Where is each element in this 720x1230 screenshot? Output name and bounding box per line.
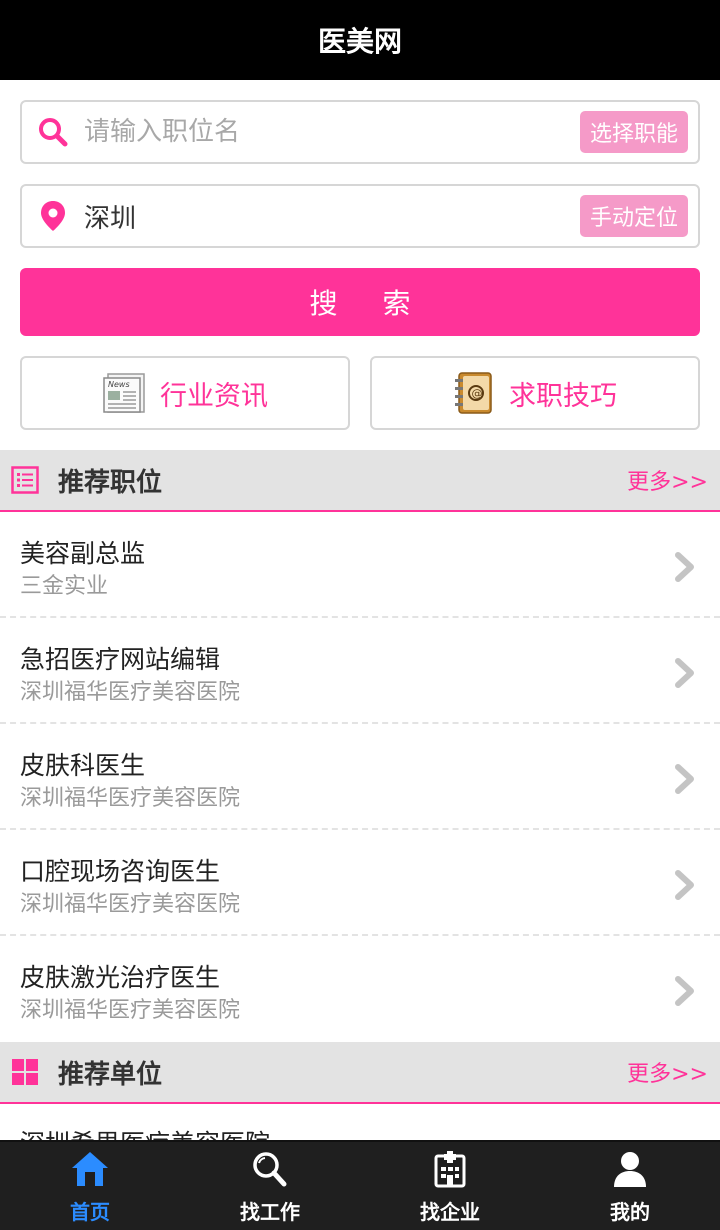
search-icon (22, 102, 84, 162)
job-search-input[interactable] (84, 104, 580, 160)
tab-label: 找企业 (420, 1199, 480, 1224)
recommended-jobs-title: 推荐职位 (58, 467, 163, 498)
hospital-icon (430, 1150, 470, 1192)
tab-label: 我的 (610, 1199, 650, 1224)
chevron-right-icon (674, 552, 696, 586)
job-tips-label: 求职技巧 (509, 380, 617, 412)
user-icon (610, 1150, 650, 1192)
job-company: 深圳福华医疗美容医院 (20, 998, 241, 1023)
tab-home[interactable]: 首页 (0, 1142, 180, 1230)
tab-find-company[interactable]: 找企业 (360, 1142, 540, 1230)
job-company: 三金实业 (20, 574, 109, 599)
job-list-item[interactable]: 皮肤科医生 深圳福华医疗美容医院 (0, 724, 720, 830)
job-title: 口腔现场咨询医生 (20, 857, 221, 886)
chevron-right-icon (674, 870, 696, 904)
recommended-jobs-header: 推荐职位 更多>> (0, 450, 720, 512)
app-title: 医美网 (317, 25, 402, 58)
industry-news-label: 行业资讯 (160, 380, 268, 412)
tab-label: 首页 (70, 1199, 110, 1224)
job-company: 深圳福华医疗美容医院 (20, 892, 241, 917)
tab-mine[interactable]: 我的 (540, 1142, 720, 1230)
chevron-right-icon (674, 764, 696, 798)
job-list-item[interactable]: 口腔现场咨询医生 深圳福华医疗美容医院 (0, 830, 720, 936)
news-icon: News (102, 372, 146, 414)
tab-find-job[interactable]: 找工作 (180, 1142, 360, 1230)
job-title: 皮肤科医生 (20, 751, 146, 780)
job-company: 深圳福华医疗美容医院 (20, 786, 241, 811)
job-list-item[interactable]: 急招医疗网站编辑 深圳福华医疗美容医院 (0, 618, 720, 724)
job-tips-button[interactable]: @ 求职技巧 (370, 356, 700, 430)
job-title: 美容副总监 (20, 539, 146, 568)
recommended-units-header: 推荐单位 更多>> (0, 1042, 720, 1104)
list-icon (0, 466, 50, 494)
select-function-button[interactable]: 选择职能 (579, 111, 688, 153)
search-icon (250, 1150, 290, 1192)
chevron-right-icon (674, 658, 696, 692)
job-search-field[interactable]: 选择职能 (20, 100, 700, 164)
search-button[interactable]: 搜 索 (20, 268, 700, 336)
job-company: 深圳福华医疗美容医院 (20, 680, 241, 705)
job-title: 急招医疗网站编辑 (20, 645, 221, 674)
recommended-units-more-link[interactable]: 更多>> (627, 1056, 708, 1088)
job-list-item[interactable]: 美容副总监 三金实业 (0, 512, 720, 618)
svg-text:@: @ (472, 387, 483, 400)
location-field[interactable]: 手动定位 (20, 184, 700, 248)
location-pin-icon (22, 186, 84, 246)
address-book-icon: @ (453, 371, 495, 415)
recommended-units-title: 推荐单位 (58, 1059, 163, 1090)
chevron-right-icon (674, 976, 696, 1010)
industry-news-button[interactable]: News 行业资讯 (20, 356, 350, 430)
svg-text:News: News (108, 380, 130, 389)
job-title: 皮肤激光治疗医生 (20, 963, 221, 992)
recommended-jobs-more-link[interactable]: 更多>> (627, 464, 708, 496)
tab-label: 找工作 (240, 1199, 300, 1224)
job-list: 美容副总监 三金实业 急招医疗网站编辑 深圳福华医疗美容医院 皮肤科医生 深圳福… (0, 512, 720, 1042)
location-input[interactable] (84, 188, 580, 244)
job-list-item[interactable]: 皮肤激光治疗医生 深圳福华医疗美容医院 (0, 936, 720, 1042)
app-title-bar: 医美网 (0, 0, 720, 80)
bottom-tab-bar: 首页 找工作 找企业 我的 (0, 1140, 720, 1230)
grid-icon (0, 1058, 50, 1086)
manual-locate-button[interactable]: 手动定位 (579, 195, 688, 237)
home-icon (70, 1150, 110, 1192)
